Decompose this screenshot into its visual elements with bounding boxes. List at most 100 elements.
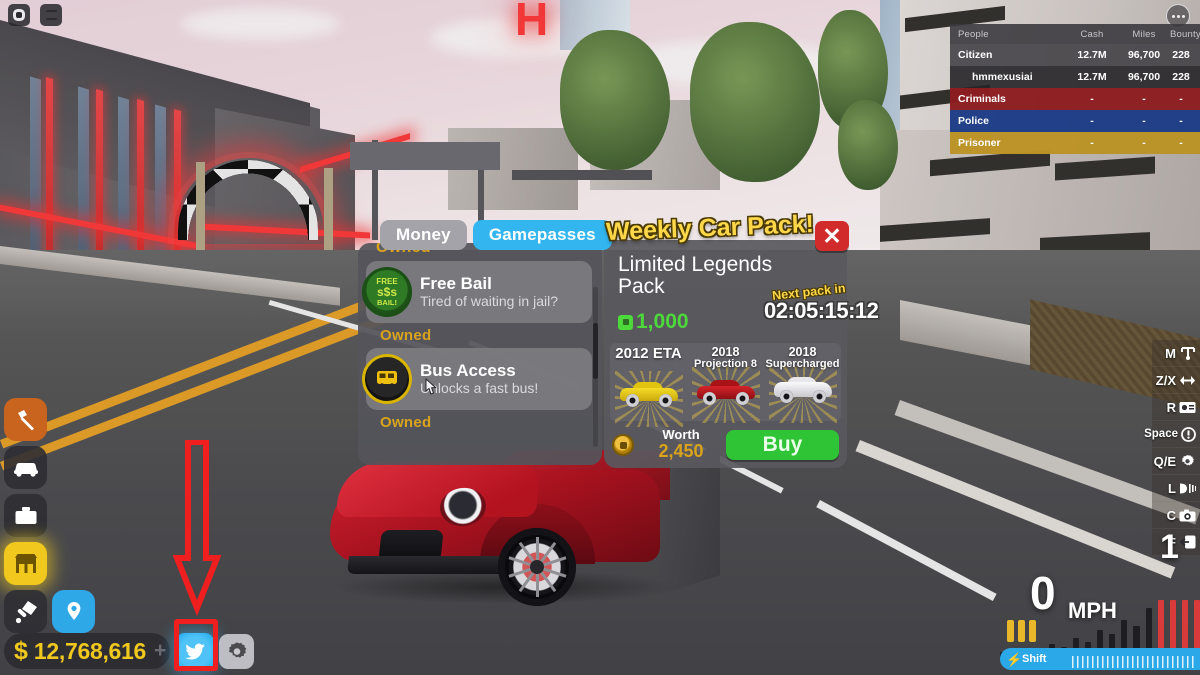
key-hint-qe: Q/E (1152, 448, 1200, 475)
key-hint-l: L (1152, 475, 1200, 502)
key-label: R (1166, 399, 1176, 415)
table-row[interactable]: Police - - - (950, 110, 1200, 132)
gamepass-title: Free Bail (420, 274, 492, 294)
col-bounty: Bounty (1170, 29, 1200, 40)
jobs-button[interactable] (4, 494, 47, 537)
pack-car-model: Supercharged (765, 357, 840, 370)
pack-car-1: 2012 ETA (610, 343, 687, 427)
worth-value: 2,450 (658, 441, 704, 462)
gamepass-title: Bus Access (420, 361, 516, 381)
mouse-cursor-icon (425, 378, 437, 395)
paint-button[interactable] (4, 590, 47, 633)
weekly-car-pack-panel: Limited Legends Pack 1,000 Next pack in … (604, 240, 879, 468)
key-label: C (1166, 507, 1176, 523)
handbrake-icon (1181, 426, 1196, 442)
row-miles: 96,700 (1127, 49, 1161, 61)
build-tool-button[interactable] (4, 398, 47, 441)
add-money-button[interactable]: + (154, 639, 166, 663)
shop-button[interactable] (4, 542, 47, 585)
row-miles: - (1142, 115, 1146, 127)
settings-gear-icon (1179, 454, 1196, 469)
settings-button[interactable] (219, 634, 254, 669)
paintbrush-icon (15, 600, 37, 623)
scrollbar-thumb[interactable] (593, 323, 598, 379)
nitro-boost-bar: ⚡ Shift (1000, 648, 1200, 670)
col-cash: Cash (1080, 29, 1104, 40)
pack-name: Limited Legends Pack (618, 253, 773, 299)
row-cash: - (1090, 115, 1094, 127)
gamepass-shop-panel: Owned FREE s$s BAIL! Free Bail Tired of … (358, 243, 602, 465)
pack-car-year: 2018 (788, 345, 817, 359)
car-thumbnail (696, 379, 755, 405)
row-miles: - (1142, 137, 1146, 149)
worth-label: Worth (662, 427, 700, 443)
menu-list-glyph (45, 10, 57, 20)
nitro-pips (1007, 620, 1036, 642)
vehicles-button[interactable] (4, 446, 47, 489)
row-cash: - (1090, 137, 1094, 149)
gear-indicator: 1 (1160, 528, 1179, 566)
pack-car-year: 2018 (711, 345, 740, 359)
free-bail-badge-icon: FREE s$s BAIL! (362, 267, 412, 317)
countdown-timer: 02:05:15:12 (764, 298, 879, 323)
speed-unit: MPH (1068, 598, 1117, 623)
camera-icon (1179, 508, 1196, 523)
map-pin-icon (67, 601, 80, 620)
close-icon[interactable]: ✕ (815, 221, 849, 251)
car-thumbnail (619, 381, 678, 407)
shop-icon (14, 553, 37, 573)
key-hint-r: R (1152, 394, 1200, 421)
annotation-arrow-icon (172, 440, 222, 617)
row-name: hmmexusiai (972, 71, 1033, 83)
robux-icon (618, 314, 633, 330)
map-button[interactable] (52, 590, 95, 633)
table-row[interactable]: hmmexusiai 12.7M 96,700 228 (950, 66, 1200, 88)
row-name: Police (958, 115, 989, 127)
car-thumbnail (773, 377, 832, 403)
key-label: Z/X (1155, 372, 1176, 388)
headlight-icon (1179, 481, 1196, 496)
hammer-icon (17, 409, 34, 430)
left-right-arrows-icon (1179, 373, 1196, 388)
table-row[interactable]: Criminals - - - (950, 88, 1200, 110)
money-display[interactable]: $ 12,768,616 + (4, 633, 170, 669)
table-row[interactable]: Prisoner - - - (950, 132, 1200, 154)
worth-group: Worth 2,450 (642, 428, 720, 462)
pack-price: 1,000 (618, 310, 689, 334)
key-label: L (1168, 480, 1176, 496)
pack-price-value: 1,000 (636, 310, 689, 333)
gear-icon (228, 641, 246, 658)
list-item[interactable]: FREE s$s BAIL! Free Bail Tired of waitin… (362, 261, 592, 323)
dot (1181, 14, 1185, 18)
tab-gamepasses[interactable]: Gamepasses (472, 220, 612, 250)
row-bounty: - (1179, 93, 1183, 105)
key-hint-m: M (1152, 340, 1200, 367)
tab-money[interactable]: Money (380, 220, 467, 250)
key-label: Space (1144, 428, 1178, 440)
badge-bottom-text: BAIL! (377, 297, 397, 307)
gamepass-status: Owned (380, 327, 432, 344)
row-cash: 12.7M (1077, 71, 1107, 83)
key-label: Q/E (1153, 453, 1176, 469)
money-amount: 12,768,616 (33, 637, 147, 664)
list-item[interactable]: Bus Access Unlocks a fast bus! (362, 348, 592, 410)
coin-icon (612, 434, 634, 456)
menu-list-icon[interactable] (40, 4, 62, 26)
table-row[interactable]: Citizen 12.7M 96,700 228 (950, 44, 1200, 66)
buy-button[interactable]: Buy (726, 430, 839, 460)
pack-cars-strip: 2012 ETA 2018 Projection 8 2018 Supercha… (610, 343, 841, 427)
key-hint-space: Space (1144, 421, 1200, 448)
leaderboard-header: People Cash Miles Bounty (950, 24, 1200, 44)
key-hint-zx: Z/X (1152, 367, 1200, 394)
row-bounty: 228 (1172, 71, 1190, 83)
row-bounty: 228 (1172, 49, 1190, 61)
row-cash: - (1090, 93, 1094, 105)
gamepass-list[interactable]: Owned FREE s$s BAIL! Free Bail Tired of … (358, 243, 602, 465)
pack-car-label: 2012 ETA (615, 345, 682, 362)
pack-car-3: 2018 Supercharged (764, 343, 841, 423)
roblox-logo-glyph (16, 12, 22, 18)
row-cash: 12.7M (1077, 49, 1107, 61)
bus-badge-icon (362, 354, 412, 404)
roblox-logo-icon[interactable] (8, 4, 30, 26)
game-screenshot: H H (0, 0, 1200, 675)
